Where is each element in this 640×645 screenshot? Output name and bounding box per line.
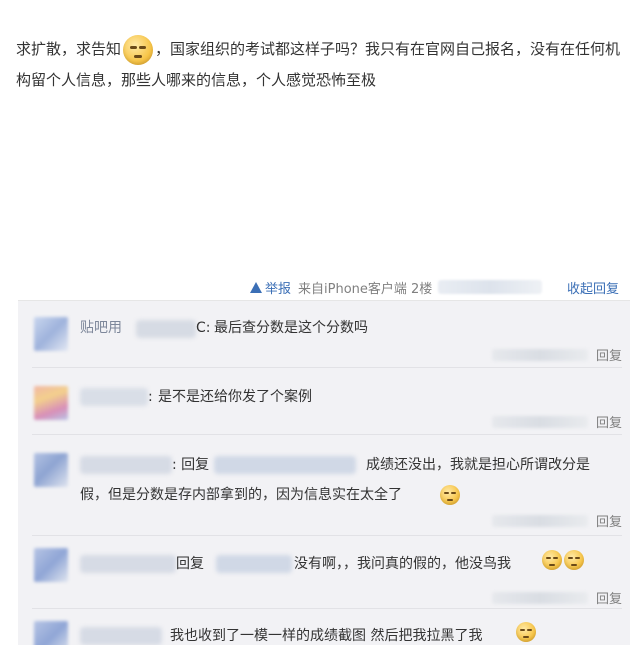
sweat-smile-emoji-icon bbox=[564, 550, 584, 570]
reply-button[interactable]: 回复 bbox=[596, 412, 622, 431]
collapse-replies-link[interactable]: 收起回复 bbox=[567, 278, 619, 297]
reply-username-fragment[interactable]: 贴吧用 bbox=[80, 316, 122, 340]
sweat-smile-emoji-icon bbox=[440, 485, 460, 505]
reply-text-line1: 成绩还没出，我就是担心所谓改分是 bbox=[366, 457, 590, 473]
reply-text-line2: 假，但是分数是存内部拿到的，因为信息实在太全了 bbox=[80, 487, 402, 503]
redacted-mention bbox=[216, 555, 292, 573]
post-action-bar: 举报 来自iPhone客户端 2楼 收起回复 bbox=[0, 275, 640, 299]
avatar bbox=[34, 621, 68, 645]
reply-username-suffix: : bbox=[148, 389, 153, 405]
reply-button[interactable]: 回复 bbox=[596, 588, 622, 607]
redacted-timestamp bbox=[492, 592, 588, 604]
reply-item: 贴吧用 C: 最后查分数是这个分数吗 回复 bbox=[18, 301, 630, 367]
crying-emoji-icon bbox=[516, 622, 536, 642]
reply-text: 是不是还给你发了个案例 bbox=[158, 389, 312, 405]
reply-item: : 回复 成绩还没出，我就是担心所谓改分是 假，但是分数是存内部拿到的，因为信息… bbox=[18, 435, 630, 535]
avatar bbox=[34, 548, 68, 582]
post-content: 求扩散，求告知 ，国家组织的考试都这样子吗？我只有在官网自己报名，没有在任何机构留… bbox=[16, 34, 628, 95]
redacted-username bbox=[80, 388, 148, 406]
reply-item: 我也收到了一模一样的成绩截图 然后把我拉黑了我 bbox=[18, 609, 630, 645]
redacted-mention bbox=[214, 456, 356, 474]
sweat-smile-emoji-icon bbox=[542, 550, 562, 570]
redacted-timestamp bbox=[492, 349, 588, 361]
redacted-timestamp bbox=[438, 280, 542, 294]
reply-text: 最后查分数是这个分数吗 bbox=[214, 320, 368, 336]
redacted-username bbox=[136, 320, 196, 338]
report-label: 举报 bbox=[265, 282, 292, 297]
redacted-username bbox=[80, 555, 176, 573]
replies-panel: 贴吧用 C: 最后查分数是这个分数吗 回复 : 是不是还给你发了个案例 回复 :… bbox=[18, 300, 630, 645]
thinking-emoji-icon bbox=[123, 34, 154, 65]
reply-text: 没有啊，，我问真的假的，他没鸟我 bbox=[294, 556, 511, 572]
avatar bbox=[34, 317, 68, 351]
redacted-username bbox=[80, 456, 172, 474]
reply-item: : 是不是还给你发了个案例 回复 bbox=[18, 368, 630, 434]
redacted-timestamp bbox=[492, 515, 588, 527]
avatar bbox=[34, 386, 68, 420]
avatar bbox=[34, 453, 68, 487]
warning-icon bbox=[250, 282, 262, 293]
reply-username-suffix: C: bbox=[196, 320, 211, 336]
report-link[interactable]: 举报 bbox=[250, 278, 291, 297]
reply-text: 我也收到了一模一样的成绩截图 然后把我拉黑了我 bbox=[170, 628, 483, 644]
reply-prefix: : 回复 bbox=[172, 457, 210, 473]
redacted-timestamp bbox=[492, 416, 588, 428]
reply-prefix: 回复 bbox=[176, 556, 204, 572]
redacted-username bbox=[80, 627, 162, 645]
floor-number: 2楼 bbox=[411, 282, 433, 297]
reply-button[interactable]: 回复 bbox=[596, 345, 622, 364]
post-text-part1: 求扩散，求告知 bbox=[16, 40, 122, 58]
reply-button[interactable]: 回复 bbox=[596, 511, 622, 530]
post-source: 来自iPhone客户端 bbox=[298, 282, 407, 297]
reply-item: 回复 没有啊，，我问真的假的，他没鸟我 回复 bbox=[18, 536, 630, 608]
